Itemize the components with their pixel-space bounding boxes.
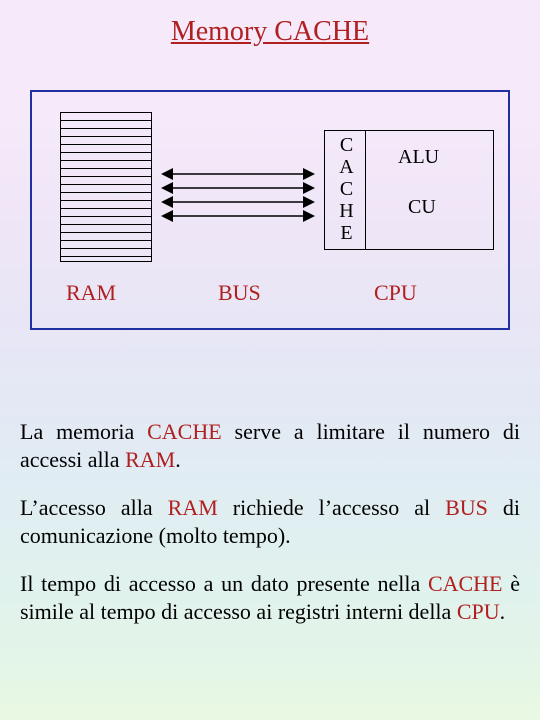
paragraph-1: La memoria CACHE serve a limitare il num… [20, 418, 520, 474]
cache-letter: C [340, 178, 353, 200]
slide: Memory CACHE C A C H E ALU CU [0, 0, 540, 720]
page-title: Memory CACHE [0, 16, 540, 48]
ram-label: RAM [66, 280, 116, 306]
text: richiede l’accesso al [218, 495, 445, 520]
text: . [175, 447, 181, 472]
diagram-frame: C A C H E ALU CU RAM BUS CPU [30, 90, 510, 330]
text: La memoria [20, 419, 147, 444]
cache-letter: A [339, 156, 353, 178]
ram-lines [60, 112, 152, 262]
cache-column: C A C H E [328, 130, 366, 250]
alu-label: ALU [398, 146, 439, 169]
cache-letter: H [339, 200, 353, 222]
cu-label: CU [408, 196, 436, 219]
text: . [500, 599, 506, 624]
bus-label: BUS [218, 280, 261, 306]
keyword-bus: BUS [445, 495, 488, 520]
text: L’accesso alla [20, 495, 168, 520]
paragraph-2: L’accesso alla RAM richiede l’accesso al… [20, 494, 520, 550]
keyword-ram: RAM [125, 447, 175, 472]
keyword-cache: CACHE [428, 571, 503, 596]
cache-letter: E [340, 222, 352, 244]
cache-letter: C [340, 134, 353, 156]
keyword-cache: CACHE [147, 419, 222, 444]
paragraph-3: Il tempo di accesso a un dato presente n… [20, 570, 520, 626]
keyword-cpu: CPU [457, 599, 500, 624]
cpu-label: CPU [374, 280, 417, 306]
text: Il tempo di accesso a un dato presente n… [20, 571, 428, 596]
bus-arrows-icon [158, 168, 318, 224]
keyword-ram: RAM [168, 495, 218, 520]
